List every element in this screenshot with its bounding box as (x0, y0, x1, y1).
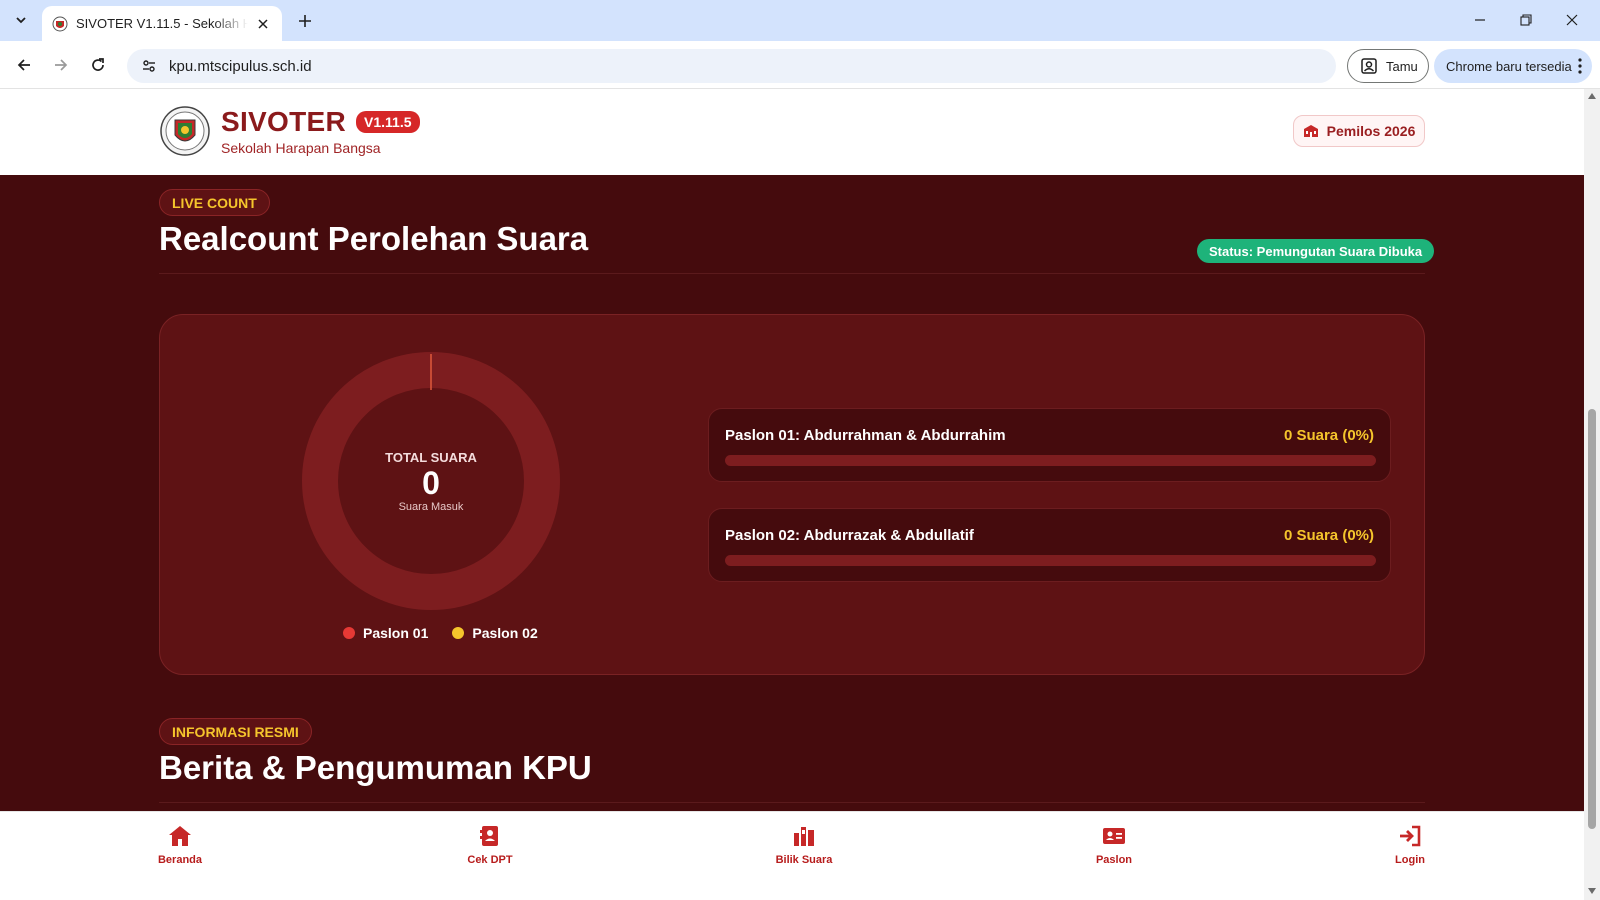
browser-tab-active[interactable]: SIVOTER V1.11.5 - Sekolah Harapan Bangsa (42, 6, 282, 41)
nav-label: Login (1395, 854, 1425, 866)
forward-button[interactable] (46, 50, 76, 80)
reload-icon (92, 58, 104, 71)
total-label: TOTAL SUARA (385, 449, 477, 465)
realcount-card: TOTAL SUARA 0 Suara Masuk Paslon 01 Pasl… (159, 314, 1425, 675)
scroll-up-arrow-icon[interactable] (1588, 93, 1596, 99)
close-icon (1566, 14, 1578, 26)
candidate-progress-bar (725, 455, 1376, 466)
status-badge: Status: Pemungutan Suara Dibuka (1197, 239, 1435, 263)
nav-paslon[interactable]: Paslon (1064, 824, 1164, 866)
news-title: Berita & Pengumuman KPU (159, 749, 592, 786)
candidate-row-01: Paslon 01: Abdurrahman & Abdurrahim 0 Su… (708, 408, 1391, 482)
address-bar[interactable]: kpu.mtscipulus.sch.id (127, 49, 1336, 83)
candidate-row-02: Paslon 02: Abdurrazak & Abdullatif 0 Sua… (708, 508, 1391, 582)
browser-tab-strip: SIVOTER V1.11.5 - Sekolah Harapan Bangsa (0, 0, 1600, 41)
arrow-right-icon (55, 59, 68, 71)
candidate-progress-bar (725, 555, 1376, 566)
total-value: 0 (422, 464, 440, 501)
school-building-icon (1303, 125, 1318, 137)
pemilos-label: Pemilos 2026 (1326, 123, 1416, 139)
more-vert-icon (1578, 58, 1582, 74)
section-divider (159, 273, 1425, 274)
nav-cek-dpt[interactable]: Cek DPT (440, 824, 540, 866)
nav-label: Paslon (1095, 854, 1133, 866)
guest-profile-icon (1361, 58, 1377, 74)
browser-toolbar: kpu.mtscipulus.sch.id Tamu Chrome baru t… (0, 41, 1600, 89)
home-icon (169, 826, 191, 846)
nav-bilik-suara[interactable]: Bilik Suara (754, 824, 854, 866)
scroll-thumb[interactable] (1588, 409, 1596, 829)
back-button[interactable] (9, 50, 39, 80)
chrome-update-button[interactable]: Chrome baru tersedia (1434, 49, 1592, 83)
site-settings-icon[interactable] (139, 56, 159, 76)
legend-dot-icon (452, 627, 465, 639)
plus-icon (299, 15, 311, 27)
nav-login[interactable]: Login (1360, 824, 1460, 866)
donut-chart: TOTAL SUARA 0 Suara Masuk (302, 352, 560, 610)
tab-close-button[interactable] (254, 15, 272, 33)
brand-block: SIVOTER V1.11.5 Sekolah Harapan Bangsa (221, 106, 420, 156)
version-badge: V1.11.5 (356, 111, 420, 133)
restore-icon (1520, 14, 1532, 26)
close-window-button[interactable] (1550, 6, 1594, 34)
page-viewport: SIVOTER V1.11.5 Sekolah Harapan Bangsa P… (0, 89, 1584, 900)
login-icon (1400, 825, 1421, 847)
candidate-name: Paslon 01: Abdurrahman & Abdurrahim (725, 427, 1006, 444)
nav-beranda[interactable]: Beranda (130, 824, 230, 866)
arrow-left-icon (17, 59, 30, 71)
kpu-logo-icon[interactable] (160, 105, 210, 157)
school-name: Sekolah Harapan Bangsa (221, 140, 381, 156)
nav-label: Cek DPT (467, 854, 513, 866)
legend-label: Paslon 01 (363, 625, 429, 641)
legend-item-paslon-02: Paslon 02 (452, 625, 538, 641)
legend-label: Paslon 02 (472, 625, 538, 641)
restore-button[interactable] (1504, 6, 1548, 34)
minimize-icon (1475, 19, 1485, 21)
update-label: Chrome baru tersedia (1446, 58, 1572, 74)
new-tab-button[interactable] (292, 8, 318, 34)
profile-label: Tamu (1386, 58, 1418, 74)
realcount-title: Realcount Perolehan Suara (159, 220, 589, 257)
candidate-votes: 0 Suara (0%) (1283, 527, 1374, 544)
url-text: kpu.mtscipulus.sch.id (169, 57, 312, 75)
site-header: SIVOTER V1.11.5 Sekolah Harapan Bangsa P… (0, 89, 1584, 175)
app-name: SIVOTER (221, 106, 347, 137)
legend-dot-icon (343, 627, 355, 639)
nav-label: Bilik Suara (775, 854, 833, 866)
candidates-icon (1103, 828, 1125, 844)
chevron-down-icon (16, 17, 26, 24)
booth-icon (794, 827, 814, 846)
tab-title: SIVOTER V1.11.5 - Sekolah Harapan Bangsa (76, 16, 248, 31)
close-icon (258, 18, 268, 29)
id-card-icon (480, 826, 498, 846)
profile-button[interactable]: Tamu (1347, 49, 1429, 83)
candidate-votes: 0 Suara (0%) (1283, 427, 1374, 444)
page-scrollbar[interactable] (1584, 89, 1600, 900)
tab-search-button[interactable] (8, 7, 34, 33)
section-divider (159, 802, 1425, 803)
chart-legend: Paslon 01 Paslon 02 (343, 625, 538, 641)
minimize-button[interactable] (1458, 6, 1502, 34)
live-count-pill: LIVE COUNT (159, 189, 270, 216)
nav-label: Beranda (157, 854, 203, 866)
donut-center: TOTAL SUARA 0 Suara Masuk (302, 352, 560, 610)
candidate-name: Paslon 02: Abdurrazak & Abdullatif (725, 527, 974, 544)
legend-item-paslon-01: Paslon 01 (343, 625, 428, 641)
reload-button[interactable] (83, 50, 113, 80)
pemilos-badge[interactable]: Pemilos 2026 (1293, 115, 1425, 147)
bottom-nav: Beranda Cek DPT Bilik Suara Paslon Login (0, 811, 1584, 900)
scroll-down-arrow-icon[interactable] (1588, 888, 1596, 894)
official-info-pill: INFORMASI RESMI (159, 718, 312, 745)
kpu-favicon-icon (52, 16, 68, 31)
total-sub: Suara Masuk (398, 500, 464, 513)
